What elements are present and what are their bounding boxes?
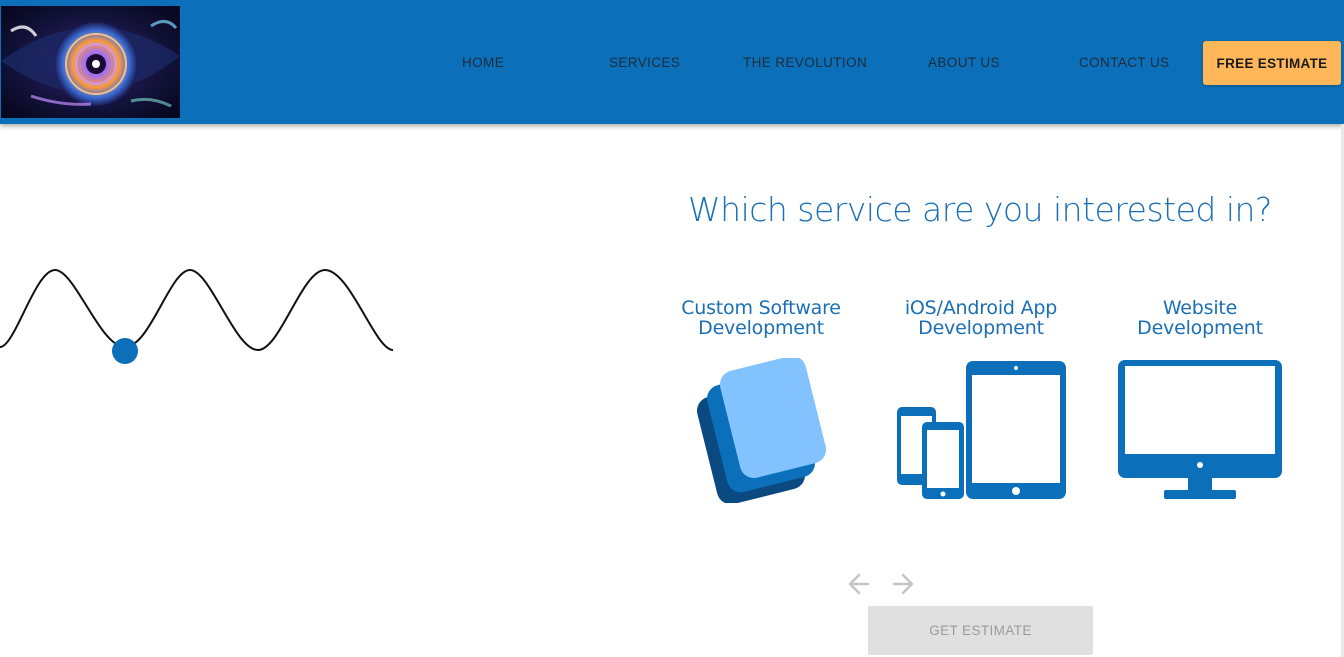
wave-dot <box>112 338 138 364</box>
question-heading: Which service are you interested in? <box>688 190 1272 229</box>
get-estimate-button[interactable]: GET ESTIMATE <box>868 606 1093 655</box>
logo[interactable] <box>1 6 180 118</box>
option-title-line1: Website <box>1162 297 1238 319</box>
option-title-line2: Development <box>1137 317 1263 339</box>
option-title-line2: Development <box>698 317 824 339</box>
option-title: Custom Software Development <box>661 298 861 338</box>
option-custom-software[interactable]: Custom Software Development <box>661 298 861 503</box>
option-website[interactable]: Website Development <box>1100 298 1300 499</box>
option-title: iOS/Android App Development <box>881 298 1081 338</box>
option-mobile-app[interactable]: iOS/Android App Development <box>881 298 1081 499</box>
nav-the-revolution[interactable]: THE REVOLUTION <box>743 55 867 70</box>
eye-logo-icon <box>1 6 180 118</box>
option-title-line1: Custom Software <box>681 297 841 319</box>
devices-icon <box>897 361 1066 499</box>
arrow-left-icon[interactable] <box>846 570 872 598</box>
arrow-right-icon[interactable] <box>890 570 916 598</box>
desktop-monitor-icon <box>1118 360 1282 499</box>
carousel-arrows <box>846 570 918 598</box>
sine-wave-icon <box>0 268 394 364</box>
site-header: HOME SERVICES THE REVOLUTION ABOUT US CO… <box>0 0 1344 124</box>
option-title: Website Development <box>1100 298 1300 338</box>
option-title-line1: iOS/Android App <box>904 297 1058 319</box>
option-title-line2: Development <box>918 317 1044 339</box>
page: HOME SERVICES THE REVOLUTION ABOUT US CO… <box>0 0 1344 657</box>
free-estimate-button[interactable]: FREE ESTIMATE <box>1203 41 1341 85</box>
nav-about-us[interactable]: ABOUT US <box>928 55 1000 70</box>
nav-services[interactable]: SERVICES <box>609 55 680 70</box>
nav-home[interactable]: HOME <box>462 55 504 70</box>
nav-contact-us[interactable]: CONTACT US <box>1079 55 1170 70</box>
layered-cards-icon <box>697 358 827 503</box>
